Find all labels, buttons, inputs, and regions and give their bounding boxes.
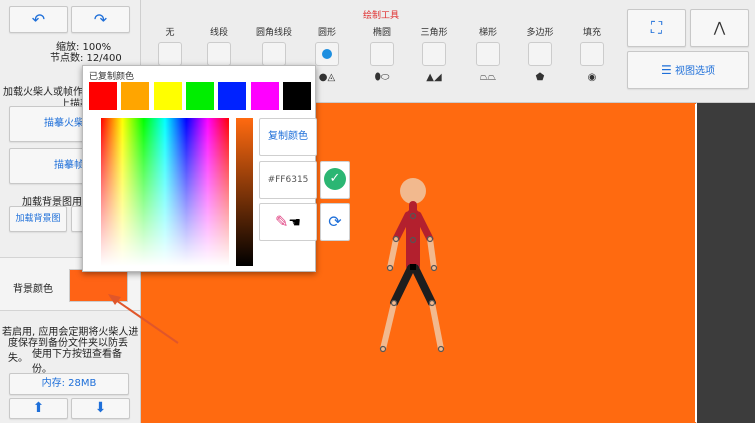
figure-root-node[interactable]	[410, 264, 416, 270]
swatch-blue[interactable]	[218, 82, 246, 110]
pointer-arrow	[109, 295, 179, 344]
hex-input[interactable]: #FF6315	[259, 161, 317, 199]
swatch-red[interactable]	[89, 82, 117, 110]
hand-pointer-icon: ☚	[288, 215, 301, 231]
swatch-green[interactable]	[186, 82, 214, 110]
brightness-slider[interactable]	[236, 118, 253, 266]
swatch-magenta[interactable]	[251, 82, 279, 110]
figure-left-thigh[interactable]	[390, 264, 415, 307]
figure-left-forearm[interactable]	[387, 236, 399, 271]
figure-right-shin[interactable]	[429, 300, 444, 352]
figure-left-shin[interactable]	[380, 300, 397, 352]
refresh-color-button[interactable]: ⟳	[320, 203, 350, 241]
figure-head[interactable]	[400, 178, 426, 204]
swatch-orange[interactable]	[121, 82, 149, 110]
check-icon: ✓	[324, 168, 346, 190]
figure-right-thigh[interactable]	[411, 264, 436, 307]
figure-right-forearm[interactable]	[427, 236, 437, 271]
eyedropper-icon: ✎	[275, 212, 289, 231]
swatch-black[interactable]	[283, 82, 311, 110]
copy-color-button[interactable]: 复制颜色	[259, 118, 317, 156]
eyedropper-button[interactable]: ✎☚	[259, 203, 317, 241]
confirm-color-button[interactable]: ✓	[320, 161, 350, 199]
swatch-yellow[interactable]	[154, 82, 182, 110]
hue-saturation-picker[interactable]	[101, 118, 229, 266]
refresh-icon: ⟳	[328, 212, 342, 231]
copied-color-label: 已复制颜色	[89, 72, 135, 82]
